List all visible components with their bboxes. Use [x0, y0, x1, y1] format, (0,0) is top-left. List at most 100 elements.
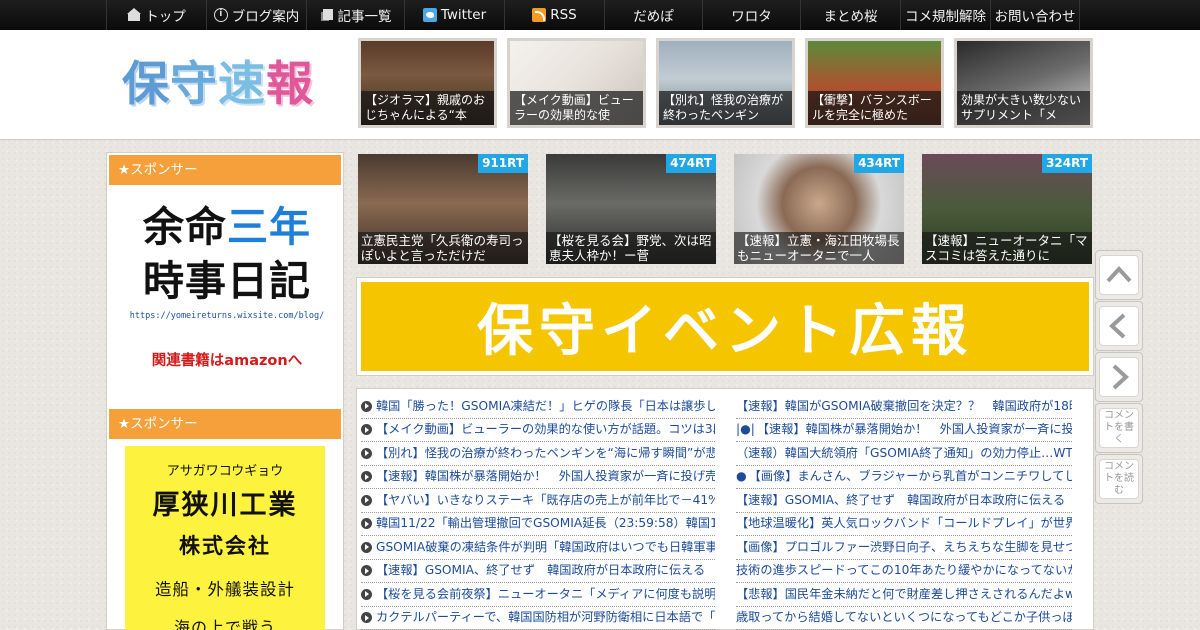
headline-text: 【速報】韓国がGSOMIA破棄撤回を決定？？ 韓国政府が18時: [736, 398, 1072, 413]
ranking-thumb[interactable]: 324RT 【速報】ニューオータニ「マスコミは答えた通りに: [922, 154, 1092, 264]
headline-text: 技術の進歩スピードってこの10年あたり緩やかになってないか: [736, 563, 1072, 578]
header-article-thumb[interactable]: 【メイク動画】ビューラーの効果的な使: [507, 38, 646, 128]
ad-company-type: 株式会社: [179, 534, 271, 558]
headline-item[interactable]: |●| 【速報】韓国株が暴落開始か！ 外国人投資家が一斉に投げ: [736, 419, 1072, 442]
headline-item[interactable]: 【桜を見る会前夜祭】ニューオータニ「メディアに何度も説明: [361, 583, 715, 607]
event-banner[interactable]: 保守イベント広報: [356, 277, 1094, 376]
nav-item[interactable]: コメ規制解除: [900, 0, 990, 30]
comment-read-button[interactable]: コメントを読む: [1095, 454, 1143, 504]
chevron-right-icon: [1112, 364, 1129, 390]
headline-item[interactable]: 技術の進歩スピードってこの10年あたり緩やかになってないか: [736, 560, 1072, 583]
nav-item-label: 記事一覧: [337, 9, 392, 25]
headline-item[interactable]: 【速報】GSOMIA、終了せず 韓国政府が日本政府に伝える: [736, 489, 1072, 513]
scroll-top-button[interactable]: [1095, 250, 1143, 300]
nav-item[interactable]: だめぽ: [604, 0, 702, 30]
retweet-count-badge: 474RT: [666, 154, 716, 173]
ad-url: https://yomeireturns.wixsite.com/blog/: [129, 311, 325, 321]
nav-item[interactable]: お問い合わせ: [990, 0, 1080, 30]
headline-item[interactable]: 【ヤバい】いきなりステーキ「既存店の売上が前年比で－41%: [361, 489, 715, 513]
headline-item[interactable]: 【地球温暖化】英人気ロックバンド「コールドプレイ」が世界: [736, 513, 1072, 536]
sponsor-ad-yomei[interactable]: 余命三年 時事日記 https://yomeireturns.wixsite.c…: [127, 201, 327, 370]
nav-item[interactable]: トップ: [106, 0, 206, 30]
next-button[interactable]: [1095, 352, 1143, 402]
headline-item[interactable]: 韓国「勝った！GSOMIA凍結だ！」ヒゲの隊長「日本は譲歩し: [361, 395, 715, 419]
article-caption: 【メイク動画】ビューラーの効果的な使: [510, 91, 643, 125]
header-article-thumbs: 【ジオラマ】親戚のおじちゃんによる“本 【メイク動画】ビューラーの効果的な使 【別れ…: [358, 38, 1093, 128]
headline-text: 【速報】GSOMIA、終了せず 韓国政府が日本政府に伝える: [376, 563, 706, 578]
ad-title-part: 余命: [143, 203, 227, 251]
ranking-thumb[interactable]: 474RT 【桜を見る会】野党、次は昭恵夫人枠か！ー菅: [546, 154, 716, 264]
header-article-thumb[interactable]: 効果が大きい数少ないサプリメント「メ: [954, 38, 1093, 128]
header-article-thumb[interactable]: 【別れ】怪我の治療が終わったペンギン: [656, 38, 795, 128]
headline-prefix: ●: [736, 469, 747, 484]
nav-item-label: だめぽ: [633, 9, 674, 25]
headline-item[interactable]: 【速報】GSOMIA、終了せず 韓国政府が日本政府に伝える: [361, 560, 715, 583]
headline-item[interactable]: ● 【画像】まんさん、ブラジャーから乳首がコンニチワしてしま: [736, 466, 1072, 489]
nav-list: トップ i ブログ案内 記事一覧 Twitter RSS だめぽ ワロタ まとめ桜 コメ規制解除お…: [106, 0, 1080, 30]
ad-title-line2: 時事日記: [143, 257, 311, 305]
nav-item[interactable]: i ブログ案内: [206, 0, 306, 30]
ranking-thumb[interactable]: 434RT 【速報】立憲・海江田牧場長もニューオータニで一人: [734, 154, 904, 264]
ranking-thumb[interactable]: 911RT 立憲民主党「久兵衛の寿司っぽいよと言っただけだ: [358, 154, 528, 264]
headline-text: 【桜を見る会前夜祭】ニューオータニ「メディアに何度も説明: [376, 586, 715, 601]
prev-button[interactable]: [1095, 301, 1143, 351]
headline-text: 韓国「勝った！GSOMIA凍結だ！」ヒゲの隊長「日本は譲歩し: [376, 398, 715, 413]
header-article-thumb[interactable]: 【衝撃】バランスボールを完全に極めた: [805, 38, 944, 128]
nav-item-label: RSS: [550, 7, 577, 23]
headline-text: 【画像】プロゴルファー渋野日向子、えちえちな生脚を見せつ: [736, 539, 1072, 554]
retweet-count-badge: 434RT: [854, 154, 904, 173]
headline-column-right: 【速報】韓国がGSOMIA破棄撤回を決定？？ 韓国政府が18時 |●| 【速報】韓国…: [736, 395, 1072, 630]
sponsor-ad-asagawa[interactable]: アサガワコウギョウ 厚狭川工業 株式会社 造船・外艤装設計 海の上で戦う: [125, 446, 325, 630]
play-bullet-icon: [361, 447, 372, 459]
site-logo[interactable]: 保守速報: [122, 57, 314, 113]
headline-item[interactable]: カクテルパーティーで、韓国国防相が河野防衛相に日本語で「: [361, 607, 715, 630]
ad-title-part: 三年: [227, 203, 311, 251]
logo-char: 守: [170, 57, 218, 112]
headline-item[interactable]: 【速報】韓国がGSOMIA破棄撤回を決定？？ 韓国政府が18時: [736, 395, 1072, 419]
headline-item[interactable]: 【別れ】怪我の治療が終わったペンギンを“海に帰す瞬間”が悲: [361, 442, 715, 466]
headline-lists: 韓国「勝った！GSOMIA凍結だ！」ヒゲの隊長「日本は譲歩し【メイク動画】ビュー…: [356, 388, 1094, 630]
headline-column-left: 韓国「勝った！GSOMIA凍結だ！」ヒゲの隊長「日本は譲歩し【メイク動画】ビュー…: [361, 395, 715, 630]
article-caption: 【ジオラマ】親戚のおじちゃんによる“本: [361, 91, 494, 125]
play-bullet-icon: [361, 612, 372, 624]
header-article-thumb[interactable]: 【ジオラマ】親戚のおじちゃんによる“本: [358, 38, 497, 128]
nav-item[interactable]: Twitter: [404, 0, 504, 30]
ranking-thumbs: 911RT 立憲民主党「久兵衛の寿司っぽいよと言っただけだ 474RT 【桜を見る会】…: [358, 154, 1092, 264]
amazon-link[interactable]: 関連書籍はamazonへ: [127, 349, 327, 370]
play-bullet-icon: [361, 494, 372, 506]
play-bullet-icon: [361, 424, 372, 436]
sidebar: ★スポンサー 余命三年 時事日記 https://yomeireturns.wi…: [106, 152, 344, 630]
list-icon: [320, 8, 334, 22]
rss-icon: [532, 8, 547, 22]
headline-text: 【ヤバい】いきなりステーキ「既存店の売上が前年比で－41%: [376, 492, 715, 507]
nav-item-label: Twitter: [440, 7, 487, 23]
sponsor-heading: ★スポンサー: [109, 409, 341, 439]
headline-item[interactable]: 【速報】韓国株が暴落開始か！ 外国人投資家が一斉に投げ売: [361, 466, 715, 489]
retweet-count-badge: 324RT: [1042, 154, 1092, 173]
headline-item[interactable]: 韓国11/22「輸出管理撤回でGSOMIA延長（23:59:58）韓国11/23: [361, 513, 715, 536]
top-nav: トップ i ブログ案内 記事一覧 Twitter RSS だめぽ ワロタ まとめ桜 コメ規制解除お…: [0, 0, 1200, 30]
nav-item[interactable]: 記事一覧: [306, 0, 404, 30]
logo-char: 保: [122, 57, 170, 112]
nav-item[interactable]: ワロタ: [702, 0, 800, 30]
headline-item[interactable]: 【画像】プロゴルファー渋野日向子、えちえちな生脚を見せつ: [736, 536, 1072, 560]
headline-item[interactable]: GSOMIA破棄の凍結条件が判明「韓国政府はいつでも日韓軍事: [361, 536, 715, 560]
headline-text: 歳取ってから結婚してないといくつになってもどこか子供っぽ: [736, 610, 1072, 625]
logo-char: 速: [218, 57, 266, 112]
nav-item-label: ブログ案内: [231, 9, 300, 25]
logo-char: 報: [266, 57, 314, 112]
headline-text: カクテルパーティーで、韓国国防相が河野防衛相に日本語で「: [376, 610, 715, 625]
headline-item[interactable]: （速報）韓国大統領府「GSOMIA終了通知」の効力停止…WTO: [736, 442, 1072, 466]
nav-item[interactable]: まとめ桜: [800, 0, 900, 30]
headline-item[interactable]: 【悲報】国民年金未納だと何で財産差し押さえされるんだよw: [736, 583, 1072, 607]
floating-buttons: コメントを書く コメントを読む: [1095, 250, 1145, 505]
headline-item[interactable]: 歳取ってから結婚してないといくつになってもどこか子供っぽ: [736, 607, 1072, 630]
comment-write-button[interactable]: コメントを書く: [1095, 403, 1143, 453]
play-bullet-icon: [361, 471, 372, 483]
headline-item[interactable]: 【メイク動画】ビューラーの効果的な使い方が話題。コツは3段: [361, 419, 715, 442]
headline-text: 【悲報】国民年金未納だと何で財産差し押さえされるんだよw: [736, 586, 1072, 601]
ad-title-line1: 余命三年: [127, 201, 327, 253]
comment-read-label: コメントを読む: [1099, 459, 1139, 499]
nav-item[interactable]: RSS: [504, 0, 604, 30]
ranking-caption: 【速報】立憲・海江田牧場長もニューオータニで一人: [734, 232, 904, 264]
